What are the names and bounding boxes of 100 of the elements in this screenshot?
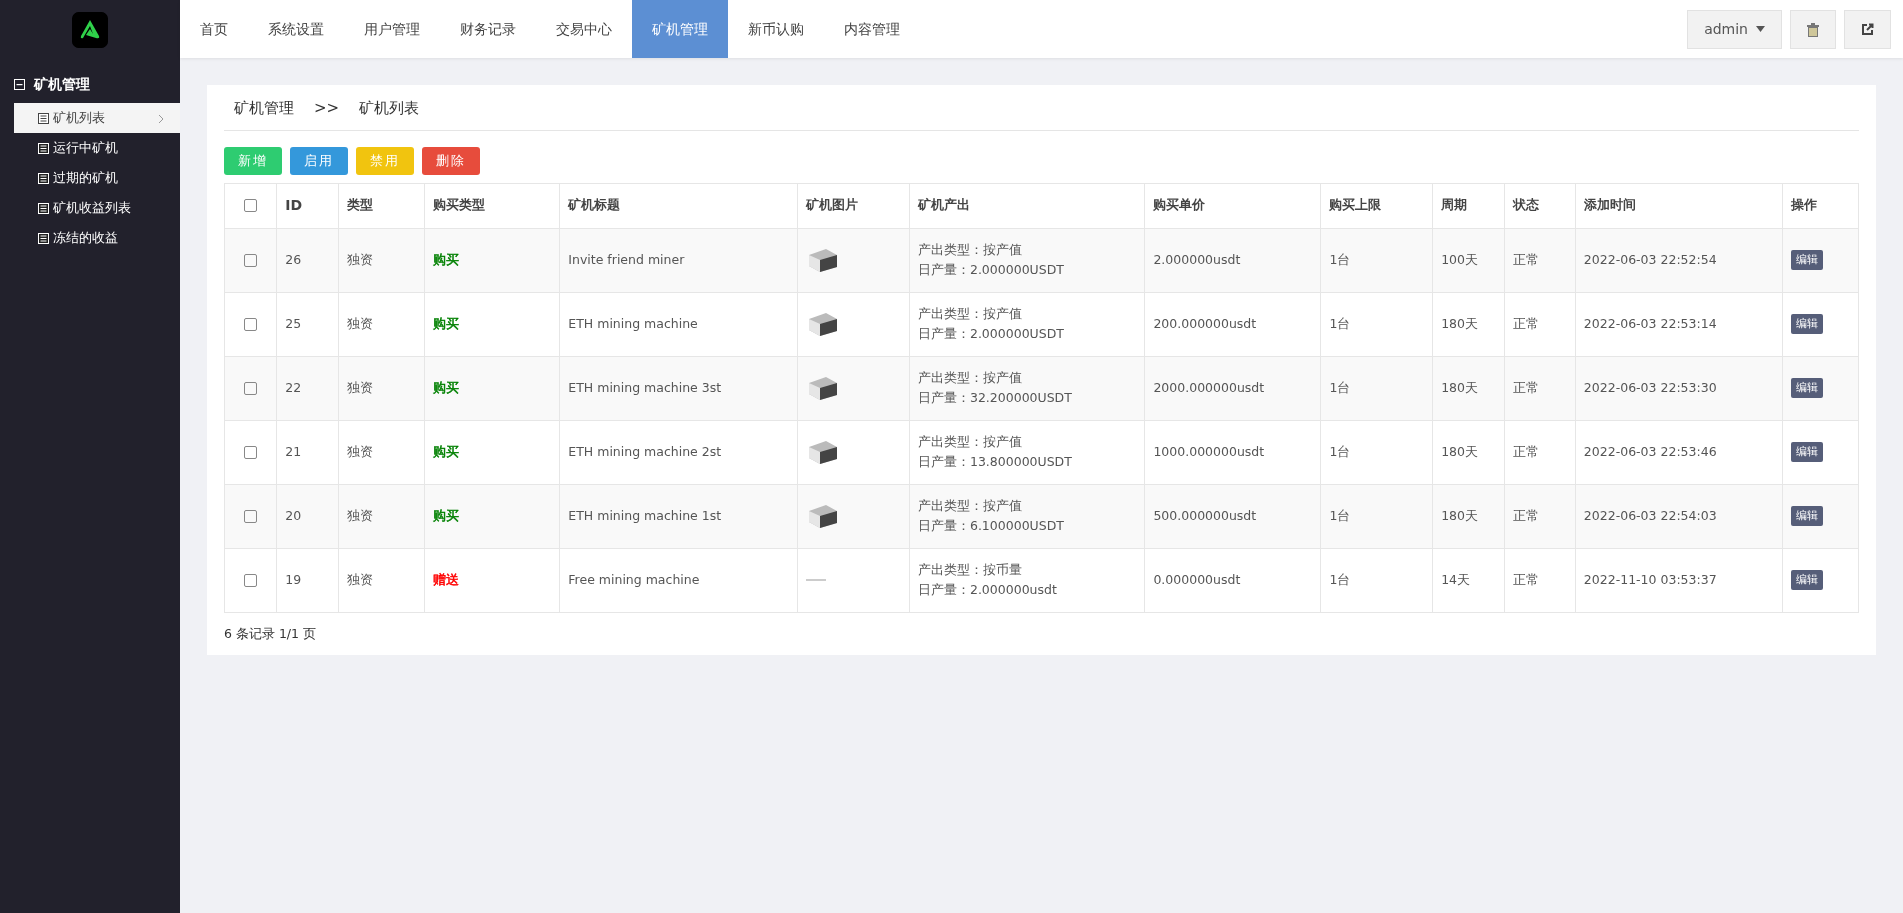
action-button[interactable]: 删除 bbox=[422, 146, 480, 175]
trash-icon bbox=[1807, 22, 1819, 37]
table-cell: 正常 bbox=[1504, 228, 1576, 292]
column-header: 添加时间 bbox=[1575, 183, 1783, 228]
checkbox[interactable] bbox=[244, 199, 258, 213]
nav-tab[interactable]: 内容管理 bbox=[824, 0, 920, 58]
checkbox[interactable] bbox=[244, 381, 258, 395]
breadcrumb-item: 矿机管理 bbox=[234, 98, 294, 119]
output-type-text: 产出类型：按产值 bbox=[917, 369, 1023, 387]
column-header: 矿机产出 bbox=[909, 183, 1145, 228]
table-cell: 2022-06-03 22:54:03 bbox=[1575, 484, 1783, 548]
sidebar-group-title[interactable]: 矿机管理 bbox=[34, 74, 90, 95]
table-cell: 正常 bbox=[1504, 420, 1576, 484]
table-cell: 2000.000000usdt bbox=[1144, 356, 1321, 420]
table-cell: 2022-06-03 22:52:54 bbox=[1575, 228, 1783, 292]
list-icon bbox=[38, 112, 49, 124]
column-header: 购买单价 bbox=[1144, 183, 1321, 228]
checkbox[interactable] bbox=[244, 445, 258, 459]
edit-button[interactable]: 编辑 bbox=[1790, 441, 1823, 463]
collapse-icon[interactable] bbox=[14, 79, 25, 90]
table-cell: 1台 bbox=[1320, 356, 1433, 420]
column-header: 矿机标题 bbox=[559, 183, 798, 228]
purchase-type-text: 赠送 bbox=[432, 571, 459, 587]
table-cell: ETH mining machine 2st bbox=[559, 420, 798, 484]
table-cell: Free mining machine bbox=[559, 548, 798, 612]
nav-tab[interactable]: 交易中心 bbox=[536, 0, 632, 58]
purchase-type-text: 购买 bbox=[432, 379, 459, 395]
output-type-text: 产出类型：按产值 bbox=[917, 305, 1023, 323]
checkbox[interactable] bbox=[244, 509, 258, 523]
table-cell: 1台 bbox=[1320, 292, 1433, 356]
table-cell: 1台 bbox=[1320, 548, 1433, 612]
purchase-type-text: 购买 bbox=[432, 315, 459, 331]
nav-tab[interactable]: 用户管理 bbox=[344, 0, 440, 58]
chevron-right-icon bbox=[158, 113, 164, 124]
nav-tab[interactable]: 首页 bbox=[180, 0, 248, 58]
nav-tab[interactable]: 财务记录 bbox=[440, 0, 536, 58]
edit-button[interactable]: 编辑 bbox=[1790, 569, 1823, 591]
table-cell: 200.000000usdt bbox=[1144, 292, 1321, 356]
sidebar-item[interactable]: 矿机列表 bbox=[14, 103, 180, 133]
edit-button[interactable]: 编辑 bbox=[1790, 505, 1823, 527]
sidebar-item[interactable]: 过期的矿机 bbox=[14, 163, 180, 193]
table-cell: 2022-11-10 03:53:37 bbox=[1575, 548, 1783, 612]
edit-button[interactable]: 编辑 bbox=[1790, 249, 1823, 271]
output-type-text: 产出类型：按产值 bbox=[917, 433, 1023, 451]
table-cell: 独资 bbox=[338, 420, 425, 484]
purchase-type-text: 购买 bbox=[432, 251, 459, 267]
user-menu-button[interactable]: admin bbox=[1687, 9, 1782, 49]
table-cell: 22 bbox=[276, 356, 339, 420]
table-cell: 14天 bbox=[1432, 548, 1504, 612]
table-cell: 19 bbox=[276, 548, 339, 612]
pagination-text: 6 条记录 1/1 页 bbox=[224, 625, 316, 641]
logo-icon bbox=[72, 12, 108, 48]
daily-output-text: 日产量：32.200000USDT bbox=[917, 389, 1073, 407]
sidebar-item[interactable]: 矿机收益列表 bbox=[14, 193, 180, 223]
output-type-text: 产出类型：按产值 bbox=[917, 241, 1023, 259]
checkbox[interactable] bbox=[244, 317, 258, 331]
table-cell: 26 bbox=[276, 228, 339, 292]
list-icon bbox=[38, 232, 49, 244]
sidebar-item[interactable]: 冻结的收益 bbox=[14, 223, 180, 253]
logout-button[interactable] bbox=[1844, 9, 1891, 49]
table-cell: 正常 bbox=[1504, 356, 1576, 420]
table-cell: 180天 bbox=[1432, 484, 1504, 548]
list-icon bbox=[38, 202, 49, 214]
table-cell: 20 bbox=[276, 484, 339, 548]
checkbox[interactable] bbox=[244, 573, 258, 587]
output-type-text: 产出类型：按币量 bbox=[917, 561, 1023, 579]
checkbox[interactable] bbox=[244, 253, 258, 267]
daily-output-text: 日产量：13.800000USDT bbox=[917, 453, 1073, 471]
table-cell: 1台 bbox=[1320, 420, 1433, 484]
list-icon bbox=[38, 172, 49, 184]
table-cell: 25 bbox=[276, 292, 339, 356]
table-cell: 2.000000usdt bbox=[1144, 228, 1321, 292]
table-cell: 独资 bbox=[338, 484, 425, 548]
table-cell: 2022-06-03 22:53:46 bbox=[1575, 420, 1783, 484]
table-cell: 180天 bbox=[1432, 420, 1504, 484]
edit-button[interactable]: 编辑 bbox=[1790, 377, 1823, 399]
table-cell: 1000.000000usdt bbox=[1144, 420, 1321, 484]
table-cell: Invite friend miner bbox=[559, 228, 798, 292]
trash-button[interactable] bbox=[1790, 9, 1836, 49]
daily-output-text: 日产量：2.000000USDT bbox=[917, 325, 1065, 343]
table-cell: 独资 bbox=[338, 356, 425, 420]
edit-button[interactable]: 编辑 bbox=[1790, 313, 1823, 335]
column-header: 矿机图片 bbox=[797, 183, 910, 228]
table-cell: 1台 bbox=[1320, 228, 1433, 292]
nav-tab[interactable]: 新币认购 bbox=[728, 0, 824, 58]
column-header: 周期 bbox=[1432, 183, 1504, 228]
purchase-type-text: 购买 bbox=[432, 507, 459, 523]
table-cell: 2022-06-03 22:53:14 bbox=[1575, 292, 1783, 356]
nav-tab[interactable]: 系统设置 bbox=[248, 0, 344, 58]
column-header: ID bbox=[276, 183, 339, 228]
breadcrumb-separator: >> bbox=[314, 98, 340, 119]
output-type-text: 产出类型：按产值 bbox=[917, 497, 1023, 515]
purchase-type-text: 购买 bbox=[432, 443, 459, 459]
breadcrumb-item: 矿机列表 bbox=[359, 98, 420, 119]
sidebar-item[interactable]: 运行中矿机 bbox=[14, 133, 180, 163]
column-header: 状态 bbox=[1504, 183, 1576, 228]
table-cell: 2022-06-03 22:53:30 bbox=[1575, 356, 1783, 420]
table-cell: 100天 bbox=[1432, 228, 1504, 292]
daily-output-text: 日产量：2.000000usdt bbox=[917, 581, 1058, 599]
table-cell: 独资 bbox=[338, 228, 425, 292]
